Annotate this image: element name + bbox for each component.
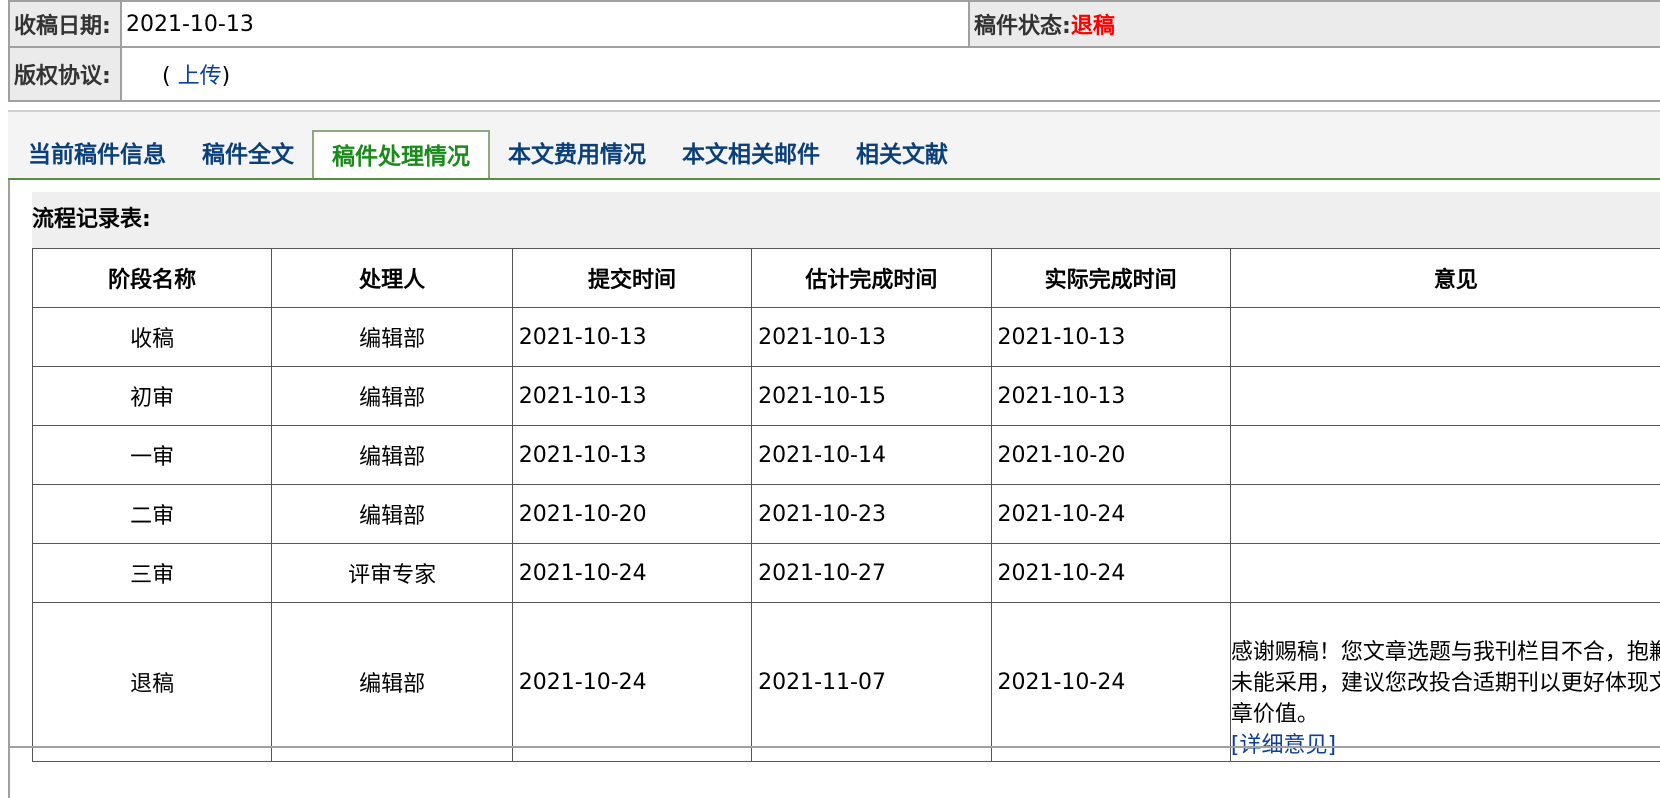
tab-full-text[interactable]: 稿件全文 (202, 130, 294, 182)
tab-current-info[interactable]: 当前稿件信息 (28, 130, 166, 182)
cell-estimated-time: 2021-10-23 (751, 484, 992, 544)
cell-stage: 退稿 (31, 602, 273, 762)
table-row: 收稿 编辑部 2021-10-13 2021-10-13 2021-10-13 (31, 307, 1660, 367)
table-row: 退稿 编辑部 2021-10-24 2021-11-07 2021-10-24 … (31, 602, 1660, 762)
bottom-border (8, 746, 1660, 748)
cell-actual-time: 2021-10-13 (990, 366, 1231, 426)
cell-opinion (1229, 307, 1660, 367)
cell-actual-time: 2021-10-24 (990, 484, 1231, 544)
header-opinion: 意见 (1229, 248, 1660, 308)
tab-fees[interactable]: 本文费用情况 (508, 130, 646, 182)
process-table-header: 阶段名称 处理人 提交时间 估计完成时间 实际完成时间 意见 (31, 248, 1660, 308)
manuscript-page: 收稿日期: 2021-10-13 稿件状态:退稿 版权协议: ( 上传) 当前稿… (0, 0, 1660, 798)
cell-handler: 编辑部 (271, 366, 513, 426)
received-date-value: 2021-10-13 (120, 0, 970, 48)
tab-related-emails[interactable]: 本文相关邮件 (682, 130, 820, 182)
cell-estimated-time: 2021-10-27 (751, 543, 992, 603)
cell-opinion: 感谢赐稿！您文章选题与我刊栏目不合，抱歉未能采用，建议您改投合适期刊以更好体现文… (1229, 602, 1660, 762)
cell-opinion (1229, 425, 1660, 485)
cell-stage: 一审 (31, 425, 273, 485)
upload-open-paren: ( (162, 64, 171, 89)
cell-stage: 收稿 (31, 307, 273, 367)
copyright-label: 版权协议: (8, 46, 122, 102)
cell-opinion (1229, 366, 1660, 426)
cell-submit-time: 2021-10-24 (511, 543, 753, 603)
table-row: 初审 编辑部 2021-10-13 2021-10-15 2021-10-13 (31, 366, 1660, 426)
opinion-text: 感谢赐稿！您文章选题与我刊栏目不合，抱歉未能采用，建议您改投合适期刊以更好体现文… (1230, 640, 1660, 727)
header-stage: 阶段名称 (31, 248, 273, 308)
cell-handler: 编辑部 (271, 307, 513, 367)
header-actual-time: 实际完成时间 (990, 248, 1231, 308)
status-cell: 稿件状态:退稿 (968, 0, 1660, 48)
cell-submit-time: 2021-10-13 (511, 366, 753, 426)
status-label: 稿件状态: (974, 14, 1071, 39)
tab-related-literature[interactable]: 相关文献 (856, 130, 948, 182)
cell-estimated-time: 2021-10-13 (751, 307, 992, 367)
cell-opinion (1229, 484, 1660, 544)
process-record-title-text: 流程记录表: (32, 207, 151, 232)
table-row: 三审 评审专家 2021-10-24 2021-10-27 2021-10-24 (31, 543, 1660, 603)
header-submit-time: 提交时间 (511, 248, 753, 308)
cell-submit-time: 2021-10-24 (511, 602, 753, 762)
processing-panel: 流程记录表: 阶段名称 处理人 提交时间 估计完成时间 实际完成时间 意见 收稿… (8, 180, 1660, 798)
cell-actual-time: 2021-10-24 (990, 543, 1231, 603)
cell-estimated-time: 2021-10-14 (751, 425, 992, 485)
cell-actual-time: 2021-10-13 (990, 307, 1231, 367)
cell-handler: 编辑部 (271, 484, 513, 544)
cell-opinion (1229, 543, 1660, 603)
process-table: 阶段名称 处理人 提交时间 估计完成时间 实际完成时间 意见 收稿 编辑部 20… (31, 248, 1660, 762)
cell-handler: 编辑部 (271, 425, 513, 485)
cell-stage: 初审 (31, 366, 273, 426)
cell-handler: 评审专家 (271, 543, 513, 603)
process-record-title: 流程记录表: (32, 192, 1660, 248)
header-estimated-time: 估计完成时间 (751, 248, 992, 308)
received-date-label: 收稿日期: (8, 0, 122, 48)
copyright-value: ( 上传) (120, 46, 1660, 102)
cell-actual-time: 2021-10-20 (990, 425, 1231, 485)
header-handler: 处理人 (271, 248, 513, 308)
status-value: 退稿 (1070, 14, 1115, 39)
cell-stage: 二审 (31, 484, 273, 544)
cell-submit-time: 2021-10-20 (511, 484, 753, 544)
table-row: 二审 编辑部 2021-10-20 2021-10-23 2021-10-24 (31, 484, 1660, 544)
cell-estimated-time: 2021-11-07 (751, 602, 992, 762)
tab-processing-status[interactable]: 稿件处理情况 (312, 130, 490, 182)
tab-bar: 当前稿件信息 稿件全文 稿件处理情况 本文费用情况 本文相关邮件 相关文献 (8, 110, 1660, 182)
cell-actual-time: 2021-10-24 (990, 602, 1231, 762)
cell-handler: 编辑部 (271, 602, 513, 762)
cell-submit-time: 2021-10-13 (511, 425, 753, 485)
cell-stage: 三审 (31, 543, 273, 603)
manuscript-info-table: 收稿日期: 2021-10-13 稿件状态:退稿 版权协议: ( 上传) (8, 0, 1660, 102)
upload-close-paren: ) (221, 64, 231, 89)
cell-estimated-time: 2021-10-15 (751, 366, 992, 426)
upload-link[interactable]: 上传 (178, 64, 222, 89)
table-row: 一审 编辑部 2021-10-13 2021-10-14 2021-10-20 (31, 425, 1660, 485)
cell-submit-time: 2021-10-13 (511, 307, 753, 367)
